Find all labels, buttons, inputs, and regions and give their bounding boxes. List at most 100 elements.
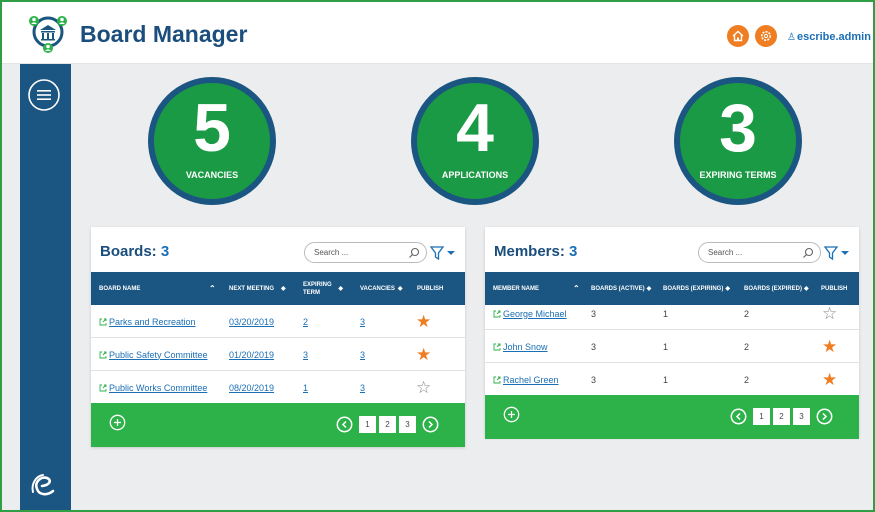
next-meeting-link[interactable]: 01/20/2019 (229, 338, 274, 371)
sort-icon: ◆ (338, 285, 343, 292)
boards-expired-value: 2 (744, 374, 750, 385)
app-header: Board Manager ♙escribe.admin▼ (2, 2, 875, 64)
col-board-name[interactable]: BOARD NAME (99, 272, 140, 305)
user-name: escribe.admin (796, 31, 871, 43)
expiring-term-link[interactable]: 2 (303, 305, 308, 338)
boards-filter-button[interactable] (429, 243, 459, 263)
table-row: Parks and Recreation 03/20/2019 2 3 ★ (91, 305, 465, 338)
board-name-link[interactable]: Parks and Recreation (109, 317, 196, 327)
member-name-link[interactable]: Rachel Green (503, 375, 559, 385)
stat-value: 5 (193, 90, 231, 166)
stat-label: EXPIRING TERMS (699, 170, 777, 180)
board-name-cell[interactable]: Public Safety Committee (99, 338, 208, 371)
page-button[interactable]: 1 (359, 416, 376, 433)
boards-active-value: 3 (591, 374, 597, 385)
expiring-term-link[interactable]: 1 (303, 371, 308, 404)
col-vacancies[interactable]: VACANCIES ◆ (360, 272, 403, 305)
stat-expiring-terms[interactable]: 3 EXPIRING TERMS (674, 77, 802, 205)
boards-search-input[interactable]: Search ... (304, 242, 427, 263)
sort-asc-icon[interactable]: ⌃ (209, 272, 216, 305)
board-name-link[interactable]: Public Works Committee (109, 383, 207, 393)
col-publish[interactable]: PUBLISH (417, 272, 443, 305)
external-link-icon (493, 376, 501, 383)
boards-expired-value: 2 (744, 308, 750, 319)
star-filled-icon: ★ (822, 370, 838, 389)
boards-expiring-value: 1 (663, 341, 669, 352)
settings-button[interactable] (755, 25, 777, 47)
chevron-right-icon[interactable] (816, 408, 833, 425)
home-icon (732, 30, 744, 42)
publish-toggle[interactable]: ★ (416, 305, 431, 338)
search-placeholder: Search ... (314, 248, 349, 257)
member-name-cell[interactable]: Rachel Green (493, 363, 559, 396)
star-filled-icon: ★ (416, 345, 432, 364)
page-button[interactable]: 3 (399, 416, 416, 433)
vacancies-link[interactable]: 3 (360, 305, 365, 338)
members-panel: Members: 3 Search ... MEMBER NAME ⌃ BOAR… (485, 227, 859, 439)
chevron-right-icon[interactable] (422, 416, 439, 433)
member-name-link[interactable]: George Michael (503, 309, 567, 319)
board-name-cell[interactable]: Parks and Recreation (99, 305, 196, 338)
members-search-input[interactable]: Search ... (698, 242, 821, 263)
boards-expiring-value: 1 (663, 308, 669, 319)
publish-toggle[interactable]: ☆ (416, 371, 431, 404)
search-icon (409, 247, 420, 258)
vacancies-link[interactable]: 3 (360, 338, 365, 371)
add-icon[interactable] (503, 406, 520, 423)
col-next-meeting[interactable]: NEXT MEETING ◆ (229, 272, 286, 305)
boards-active-value: 3 (591, 341, 597, 352)
col-expiring-term[interactable]: EXPIRING TERM ◆ (303, 272, 343, 305)
chevron-left-icon[interactable] (730, 408, 747, 425)
star-outline-icon: ☆ (822, 304, 838, 323)
page-button[interactable]: 1 (753, 408, 770, 425)
user-menu[interactable]: ♙escribe.admin▼ (787, 31, 875, 43)
publish-toggle[interactable]: ★ (822, 363, 837, 396)
boards-panel: Boards: 3 Search ... BOARD NAME ⌃ NEXT M… (91, 227, 465, 447)
table-row: George Michael 3 1 2 ☆ (485, 297, 859, 330)
home-button[interactable] (727, 25, 749, 47)
stat-value: 4 (456, 90, 494, 166)
vacancies-link[interactable]: 3 (360, 371, 365, 404)
stat-vacancies[interactable]: 5 VACANCIES (148, 77, 276, 205)
star-filled-icon: ★ (822, 337, 838, 356)
page-button[interactable]: 2 (773, 408, 790, 425)
sort-icon: ◆ (725, 286, 730, 292)
chevron-left-icon[interactable] (336, 416, 353, 433)
table-row: Rachel Green 3 1 2 ★ (485, 363, 859, 396)
board-name-cell[interactable]: Public Works Committee (99, 371, 207, 404)
external-link-icon (99, 318, 107, 325)
member-name-cell[interactable]: John Snow (493, 330, 548, 363)
members-pagination: 1 2 3 (730, 407, 833, 426)
boards-expiring-value: 1 (663, 374, 669, 385)
board-manager-logo (29, 16, 67, 53)
stat-label: VACANCIES (185, 170, 239, 180)
stat-applications[interactable]: 4 APPLICATIONS (411, 77, 539, 205)
members-footer: 1 2 3 (485, 395, 859, 439)
next-meeting-link[interactable]: 03/20/2019 (229, 305, 274, 338)
external-link-icon (99, 351, 107, 358)
publish-toggle[interactable]: ★ (416, 338, 431, 371)
boards-footer: 1 2 3 (91, 403, 465, 447)
publish-toggle[interactable]: ★ (822, 330, 837, 363)
board-name-link[interactable]: Public Safety Committee (109, 350, 208, 360)
publish-toggle[interactable]: ☆ (822, 297, 837, 330)
boards-expired-value: 2 (744, 341, 750, 352)
sort-icon: ◆ (397, 286, 403, 292)
sort-icon: ◆ (804, 286, 809, 292)
external-link-icon (99, 384, 107, 391)
member-name-cell[interactable]: George Michael (493, 297, 567, 330)
expiring-term-link[interactable]: 3 (303, 338, 308, 371)
member-name-link[interactable]: John Snow (503, 342, 548, 352)
next-meeting-link[interactable]: 08/20/2019 (229, 371, 274, 404)
members-filter-button[interactable] (823, 243, 853, 263)
menu-icon[interactable] (27, 78, 61, 112)
table-row: John Snow 3 1 2 ★ (485, 330, 859, 363)
star-outline-icon: ☆ (416, 378, 432, 397)
search-icon (803, 247, 814, 258)
external-link-icon (493, 310, 501, 317)
add-icon[interactable] (109, 414, 126, 431)
page-button[interactable]: 3 (793, 408, 810, 425)
boards-count: 3 (160, 243, 170, 260)
page-button[interactable]: 2 (379, 416, 396, 433)
external-link-icon (493, 343, 501, 350)
